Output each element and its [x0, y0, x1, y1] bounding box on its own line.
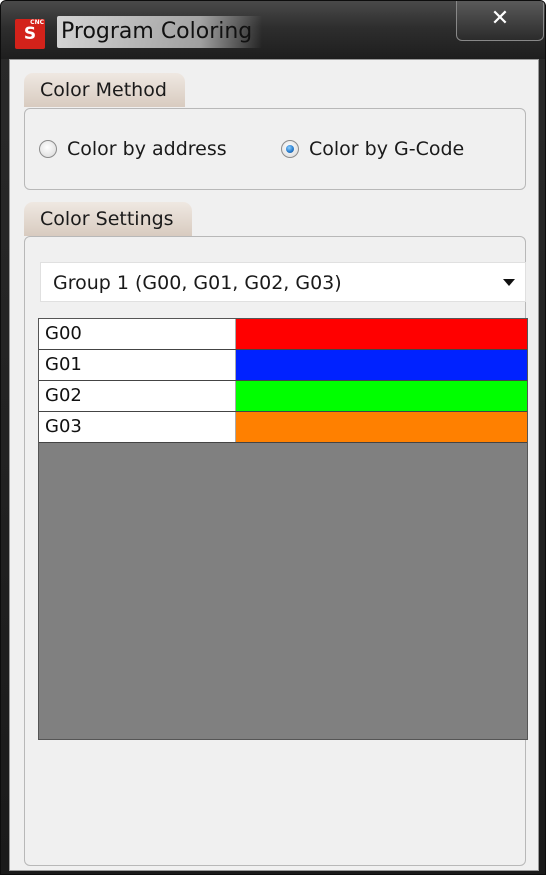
radio-color-by-address[interactable]: Color by address — [39, 137, 227, 161]
title-bar[interactable]: S CNC Program Coloring ✕ — [1, 1, 545, 59]
radio-unchecked-icon[interactable] — [39, 140, 57, 158]
gcode-cell[interactable]: G01 — [39, 350, 236, 380]
gcode-cell[interactable]: G03 — [39, 412, 236, 442]
table-row[interactable]: G02 — [39, 381, 527, 412]
close-button[interactable]: ✕ — [456, 1, 544, 41]
tab-color-settings: Color Settings — [24, 202, 192, 236]
color-swatch[interactable] — [236, 412, 527, 442]
program-coloring-window: S CNC Program Coloring ✕ Color by addres… — [0, 0, 546, 875]
radio-color-by-gcode[interactable]: Color by G-Code — [281, 137, 464, 161]
dropdown-arrow-icon[interactable] — [503, 279, 515, 286]
table-row[interactable]: G01 — [39, 350, 527, 381]
app-logo-icon: S CNC — [15, 19, 45, 49]
table-row[interactable]: G00 — [39, 319, 527, 350]
color-method-group: Color by address Color by G-Code — [24, 108, 526, 190]
app-logo-letter: S — [23, 24, 37, 44]
color-swatch[interactable] — [236, 319, 527, 349]
table-row[interactable]: G03 — [39, 412, 527, 443]
group-select-value: Group 1 (G00, G01, G02, G03) — [53, 272, 342, 294]
close-icon: ✕ — [490, 6, 510, 31]
radio-checked-icon[interactable] — [281, 140, 299, 158]
gcode-cell[interactable]: G00 — [39, 319, 236, 349]
gcode-cell[interactable]: G02 — [39, 381, 236, 411]
group-select[interactable]: Group 1 (G00, G01, G02, G03) — [40, 262, 526, 302]
radio-label-gcode: Color by G-Code — [309, 138, 465, 160]
tab-color-method: Color Method — [24, 73, 185, 107]
color-grid: G00 G01 G02 G03 — [38, 318, 528, 740]
radio-label-address: Color by address — [67, 138, 227, 160]
color-swatch[interactable] — [236, 350, 527, 380]
window-title: Program Coloring — [57, 16, 263, 48]
color-swatch[interactable] — [236, 381, 527, 411]
app-logo-badge: CNC — [30, 19, 44, 26]
dialog-body: Color by address Color by G-Code Color M… — [9, 59, 539, 871]
